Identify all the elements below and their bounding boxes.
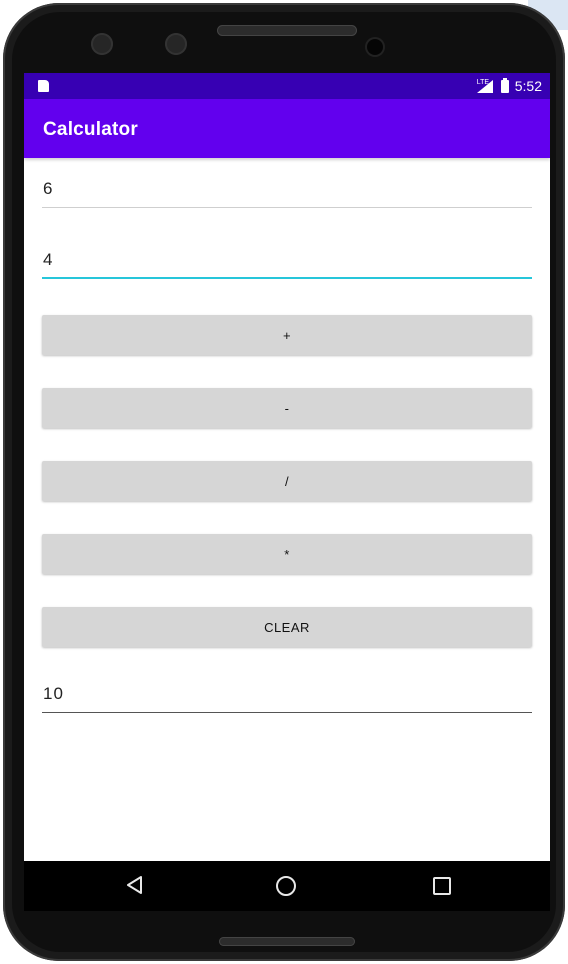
front-sensor [91, 33, 113, 55]
navigation-bar [24, 861, 550, 911]
add-button[interactable]: + [42, 315, 532, 355]
battery-icon [500, 77, 509, 93]
back-icon[interactable] [126, 875, 144, 895]
status-icons: LTE 5:52 [476, 76, 542, 96]
field-underline [42, 207, 532, 208]
result-value: 10 [43, 684, 64, 703]
status-bar: LTE 5:52 [24, 73, 550, 99]
front-camera [367, 39, 383, 55]
network-label: LTE [476, 78, 490, 86]
second-number-value: 4 [43, 250, 54, 269]
status-time: 5:52 [514, 78, 542, 94]
app-title: Calculator [43, 119, 138, 140]
result-field[interactable]: 10 [42, 673, 532, 713]
screen: LTE 5:52 Calculator 6 4 + - / * CLEAR 10 [24, 73, 550, 911]
bottom-speaker [219, 937, 355, 946]
sim-card-icon [38, 80, 49, 92]
subtract-button[interactable]: - [42, 388, 532, 428]
app-bar: Calculator [24, 99, 550, 158]
first-number-value: 6 [43, 179, 54, 198]
field-underline [42, 712, 532, 713]
multiply-button[interactable]: * [42, 534, 532, 574]
clear-button[interactable]: CLEAR [42, 607, 532, 647]
first-number-field[interactable]: 6 [42, 168, 532, 208]
home-icon[interactable] [276, 876, 296, 896]
signal-icon: LTE [476, 78, 493, 93]
divide-button[interactable]: / [42, 461, 532, 501]
phone-frame: LTE 5:52 Calculator 6 4 + - / * CLEAR 10 [3, 3, 565, 961]
field-underline-focused [42, 277, 532, 279]
second-number-field[interactable]: 4 [42, 239, 532, 279]
front-sensor [165, 33, 187, 55]
recent-apps-icon[interactable] [433, 877, 451, 895]
earpiece-speaker [217, 25, 357, 36]
